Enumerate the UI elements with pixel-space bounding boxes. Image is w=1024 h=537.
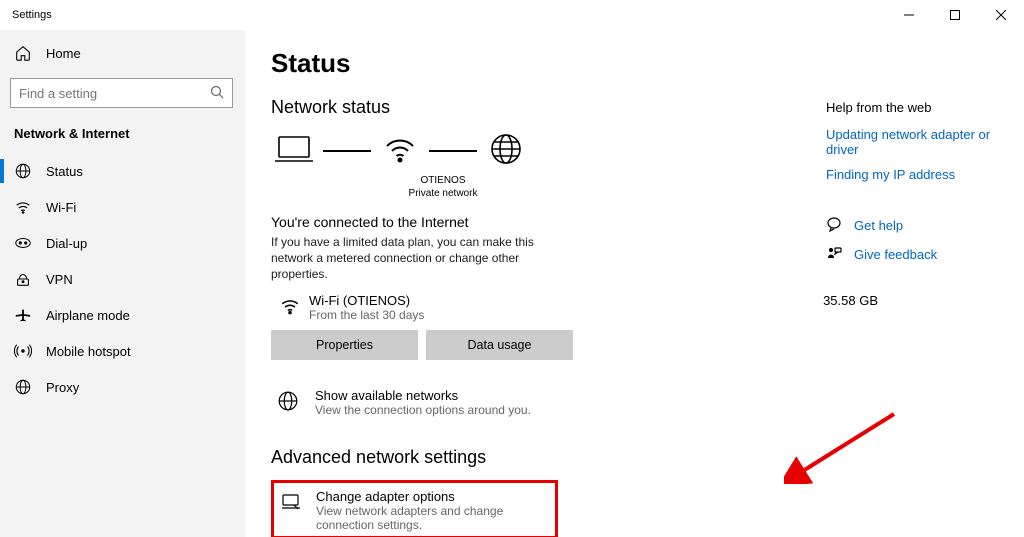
wifi-icon bbox=[14, 198, 32, 216]
give-feedback[interactable]: Give feedback bbox=[826, 245, 1006, 264]
option-desc: View network adapters and change connect… bbox=[316, 504, 549, 532]
wifi-icon bbox=[383, 134, 417, 167]
close-button[interactable] bbox=[978, 0, 1024, 30]
data-usage-value: 35.58 GB bbox=[823, 293, 998, 308]
help-header: Help from the web bbox=[826, 100, 1006, 115]
network-labels: OTIENOS Private network bbox=[357, 175, 529, 200]
home-icon bbox=[14, 44, 32, 62]
option-title: Change adapter options bbox=[316, 489, 549, 504]
help-icon bbox=[826, 216, 842, 235]
dialup-icon bbox=[14, 234, 32, 252]
section-advanced: Advanced network settings bbox=[271, 447, 998, 468]
nav-label: Airplane mode bbox=[46, 308, 130, 323]
vpn-icon bbox=[14, 270, 32, 288]
adapter-icon bbox=[280, 491, 302, 513]
help-link-adapter[interactable]: Updating network adapter or driver bbox=[826, 127, 1006, 157]
home-nav[interactable]: Home bbox=[0, 34, 245, 72]
get-help[interactable]: Get help bbox=[826, 216, 1006, 235]
nav-label: Dial-up bbox=[46, 236, 87, 251]
home-label: Home bbox=[46, 46, 81, 61]
nav-hotspot[interactable]: Mobile hotspot bbox=[0, 333, 245, 369]
properties-button[interactable]: Properties bbox=[271, 330, 418, 360]
status-icon bbox=[14, 162, 32, 180]
search-field[interactable] bbox=[19, 86, 210, 101]
computer-icon bbox=[275, 134, 313, 167]
wifi-icon bbox=[271, 295, 309, 317]
nav-label: Proxy bbox=[46, 380, 79, 395]
wifi-name: Wi-Fi (OTIENOS) bbox=[309, 293, 424, 308]
nav-vpn[interactable]: VPN bbox=[0, 261, 245, 297]
show-networks-option[interactable]: Show available networks View the connect… bbox=[271, 384, 998, 421]
minimize-button[interactable] bbox=[886, 0, 932, 30]
option-title: Show available networks bbox=[315, 388, 531, 403]
wifi-period: From the last 30 days bbox=[309, 308, 424, 322]
category-label: Network & Internet bbox=[0, 118, 245, 153]
nav-label: Mobile hotspot bbox=[46, 344, 131, 359]
maximize-button[interactable] bbox=[932, 0, 978, 30]
nav-label: Wi-Fi bbox=[46, 200, 76, 215]
nav-proxy[interactable]: Proxy bbox=[0, 369, 245, 405]
window-title: Settings bbox=[12, 9, 52, 21]
annotation-highlight: Change adapter options View network adap… bbox=[271, 480, 558, 537]
globe-icon bbox=[489, 132, 523, 169]
nav-dialup[interactable]: Dial-up bbox=[0, 225, 245, 261]
nav-label: Status bbox=[46, 164, 83, 179]
airplane-icon bbox=[14, 306, 32, 324]
search-input[interactable] bbox=[10, 78, 233, 108]
nav-label: VPN bbox=[46, 272, 73, 287]
nav-airplane[interactable]: Airplane mode bbox=[0, 297, 245, 333]
connected-desc: If you have a limited data plan, you can… bbox=[271, 234, 571, 283]
change-adapter-option[interactable]: Change adapter options View network adap… bbox=[280, 489, 549, 532]
search-icon bbox=[210, 85, 224, 102]
page-title: Status bbox=[271, 48, 998, 79]
option-desc: View the connection options around you. bbox=[315, 403, 531, 417]
proxy-icon bbox=[14, 378, 32, 396]
data-usage-button[interactable]: Data usage bbox=[426, 330, 573, 360]
feedback-icon bbox=[826, 245, 842, 264]
nav-status[interactable]: Status bbox=[0, 153, 245, 189]
globe-icon bbox=[275, 390, 301, 412]
hotspot-icon bbox=[14, 342, 32, 360]
help-link-ip[interactable]: Finding my IP address bbox=[826, 167, 1006, 182]
nav-wifi[interactable]: Wi-Fi bbox=[0, 189, 245, 225]
